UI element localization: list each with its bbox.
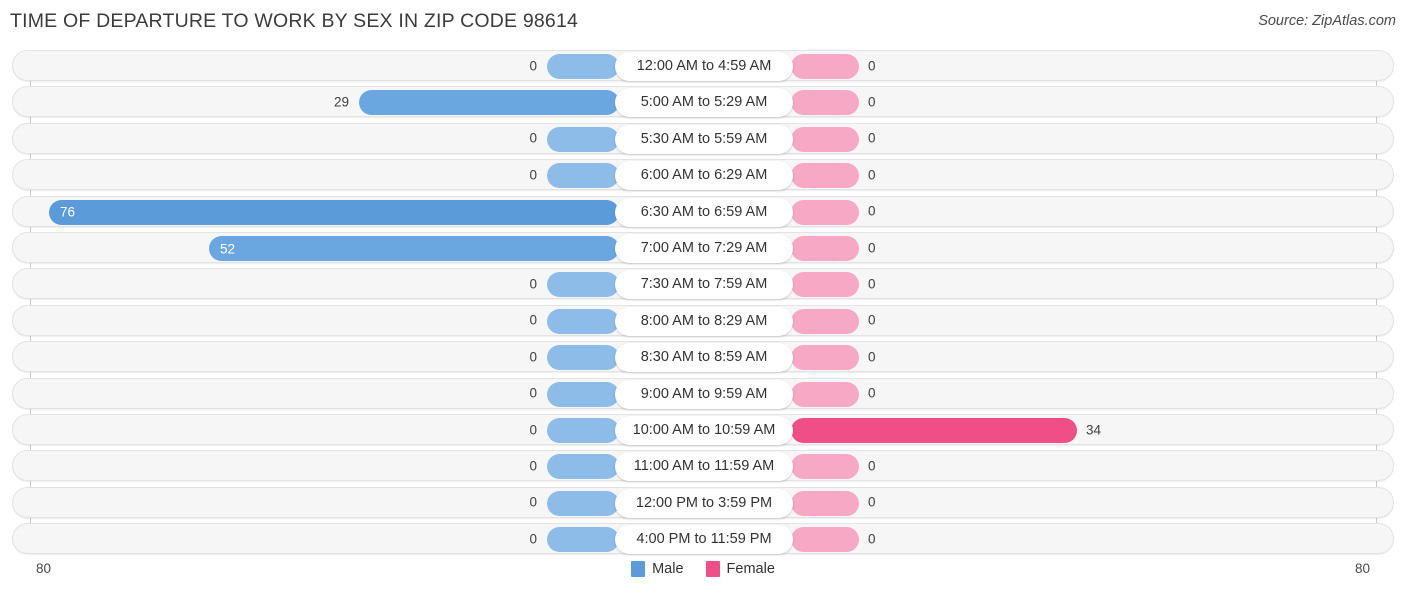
bar-female[interactable]: [791, 308, 859, 334]
category-label: 5:30 AM to 5:59 AM: [615, 124, 793, 154]
bar-value-male: 29: [333, 94, 349, 110]
bar-value-female: 0: [868, 349, 876, 365]
bar-value-male: 0: [529, 458, 537, 474]
category-label: 12:00 PM to 3:59 PM: [615, 488, 793, 518]
legend-swatch-female-icon: [705, 561, 720, 577]
chart-plot-area: 0 0 12:00 AM to 4:59 AM 29 0 5:00 AM to 5:29 …: [0, 46, 1406, 555]
page-title: TIME OF DEPARTURE TO WORK BY SEX IN ZIP …: [10, 10, 579, 32]
category-label: 6:00 AM to 6:29 AM: [615, 161, 793, 191]
bar-male[interactable]: [547, 345, 619, 371]
bar-value-female: 0: [868, 312, 876, 328]
bar-value-female: 0: [868, 385, 876, 401]
bar-female[interactable]: [791, 527, 859, 553]
table-row[interactable]: 0 0 12:00 AM to 4:59 AM: [12, 50, 1394, 81]
table-row[interactable]: 0 0 12:00 PM to 3:59 PM: [12, 486, 1394, 518]
bar-male[interactable]: [547, 454, 619, 480]
bar-male[interactable]: [547, 381, 619, 407]
bar-value-male: 0: [529, 385, 537, 401]
category-label: 5:00 AM to 5:29 AM: [615, 88, 793, 118]
bar-male[interactable]: 76: [49, 199, 619, 225]
bar-value-female: 0: [868, 130, 876, 146]
category-label: 12:00 AM to 4:59 AM: [615, 52, 793, 81]
bar-female[interactable]: [791, 418, 1077, 443]
table-row[interactable]: 0 0 5:30 AM to 5:59 AM: [12, 122, 1394, 154]
bar-male[interactable]: [547, 54, 619, 79]
bar-value-male: 0: [529, 531, 537, 547]
bar-value-female: 0: [868, 167, 876, 183]
bar-female[interactable]: [791, 345, 859, 371]
chart-header: TIME OF DEPARTURE TO WORK BY SEX IN ZIP …: [0, 0, 1406, 46]
bar-value-female: 0: [868, 458, 876, 474]
bar-value-male: 0: [529, 494, 537, 510]
bar-value-male: 0: [529, 167, 537, 183]
table-row[interactable]: 0 0 9:00 AM to 9:59 AM: [12, 377, 1394, 409]
table-row[interactable]: 0 0 6:00 AM to 6:29 AM: [12, 159, 1394, 191]
bar-female[interactable]: [791, 163, 859, 189]
bar-male[interactable]: [547, 527, 619, 553]
category-label: 7:30 AM to 7:59 AM: [615, 270, 793, 300]
bar-value-male: 0: [529, 130, 537, 146]
bar-value-female: 0: [868, 531, 876, 547]
table-row[interactable]: 0 0 11:00 AM to 11:59 AM: [12, 450, 1394, 482]
legend-label-female: Female: [726, 561, 775, 577]
bar-value-male: 0: [529, 58, 537, 73]
bar-male[interactable]: 52: [209, 236, 619, 261]
bar-female[interactable]: [791, 126, 859, 152]
legend-label-male: Male: [652, 561, 684, 577]
chart-legend: Male Female: [0, 561, 1406, 577]
bar-value-female: 0: [868, 58, 876, 73]
bar-male[interactable]: [547, 163, 619, 189]
legend-swatch-male-icon: [631, 561, 646, 577]
bar-male[interactable]: [547, 308, 619, 334]
bar-value-male: 0: [529, 349, 537, 365]
bar-male[interactable]: [547, 272, 619, 298]
legend-item-female[interactable]: Female: [705, 561, 775, 577]
bar-male[interactable]: [359, 90, 619, 116]
table-row[interactable]: 52 0 7:00 AM to 7:29 AM: [12, 232, 1394, 263]
bar-female[interactable]: [791, 54, 859, 79]
chart-footer: 80 80 Male Female: [0, 551, 1406, 595]
category-label: 11:00 AM to 11:59 AM: [615, 452, 793, 482]
bar-male[interactable]: [547, 418, 619, 443]
table-row[interactable]: 0 0 8:00 AM to 8:29 AM: [12, 304, 1394, 336]
category-label: 7:00 AM to 7:29 AM: [615, 234, 793, 263]
bar-female[interactable]: [791, 454, 859, 480]
bar-female[interactable]: [791, 381, 859, 407]
bar-value-male: 0: [529, 276, 537, 292]
bar-female[interactable]: [791, 90, 859, 116]
bar-female[interactable]: [791, 272, 859, 298]
bar-value-male: 76: [60, 204, 76, 220]
table-row[interactable]: 0 0 8:30 AM to 8:59 AM: [12, 341, 1394, 373]
category-label: 4:00 PM to 11:59 PM: [615, 525, 793, 555]
table-row[interactable]: 0 0 7:30 AM to 7:59 AM: [12, 268, 1394, 300]
bar-value-male: 0: [529, 312, 537, 328]
table-row[interactable]: 76 0 6:30 AM to 6:59 AM: [12, 195, 1394, 227]
bar-female[interactable]: [791, 236, 859, 261]
bar-value-male: 52: [220, 241, 236, 256]
bar-value-female: 34: [1086, 422, 1102, 437]
bar-male[interactable]: [547, 126, 619, 152]
table-row[interactable]: 29 0 5:00 AM to 5:29 AM: [12, 86, 1394, 118]
category-label: 8:30 AM to 8:59 AM: [615, 343, 793, 373]
bar-value-male: 0: [529, 422, 537, 437]
category-label: 9:00 AM to 9:59 AM: [615, 379, 793, 409]
source-attribution: Source: ZipAtlas.com: [1258, 13, 1396, 29]
bar-male[interactable]: [547, 490, 619, 516]
category-label: 10:00 AM to 10:59 AM: [615, 416, 793, 445]
category-label: 8:00 AM to 8:29 AM: [615, 306, 793, 336]
category-label: 6:30 AM to 6:59 AM: [615, 197, 793, 227]
bar-female[interactable]: [791, 199, 859, 225]
bar-value-female: 0: [868, 240, 876, 255]
bar-value-female: 0: [868, 276, 876, 292]
bar-value-female: 0: [868, 203, 876, 219]
legend-item-male[interactable]: Male: [631, 561, 684, 577]
bar-value-female: 0: [868, 494, 876, 510]
table-row[interactable]: 0 34 10:00 AM to 10:59 AM: [12, 414, 1394, 445]
table-row[interactable]: 0 0 4:00 PM to 11:59 PM: [12, 523, 1394, 555]
bar-female[interactable]: [791, 490, 859, 516]
bar-value-female: 0: [868, 94, 876, 110]
